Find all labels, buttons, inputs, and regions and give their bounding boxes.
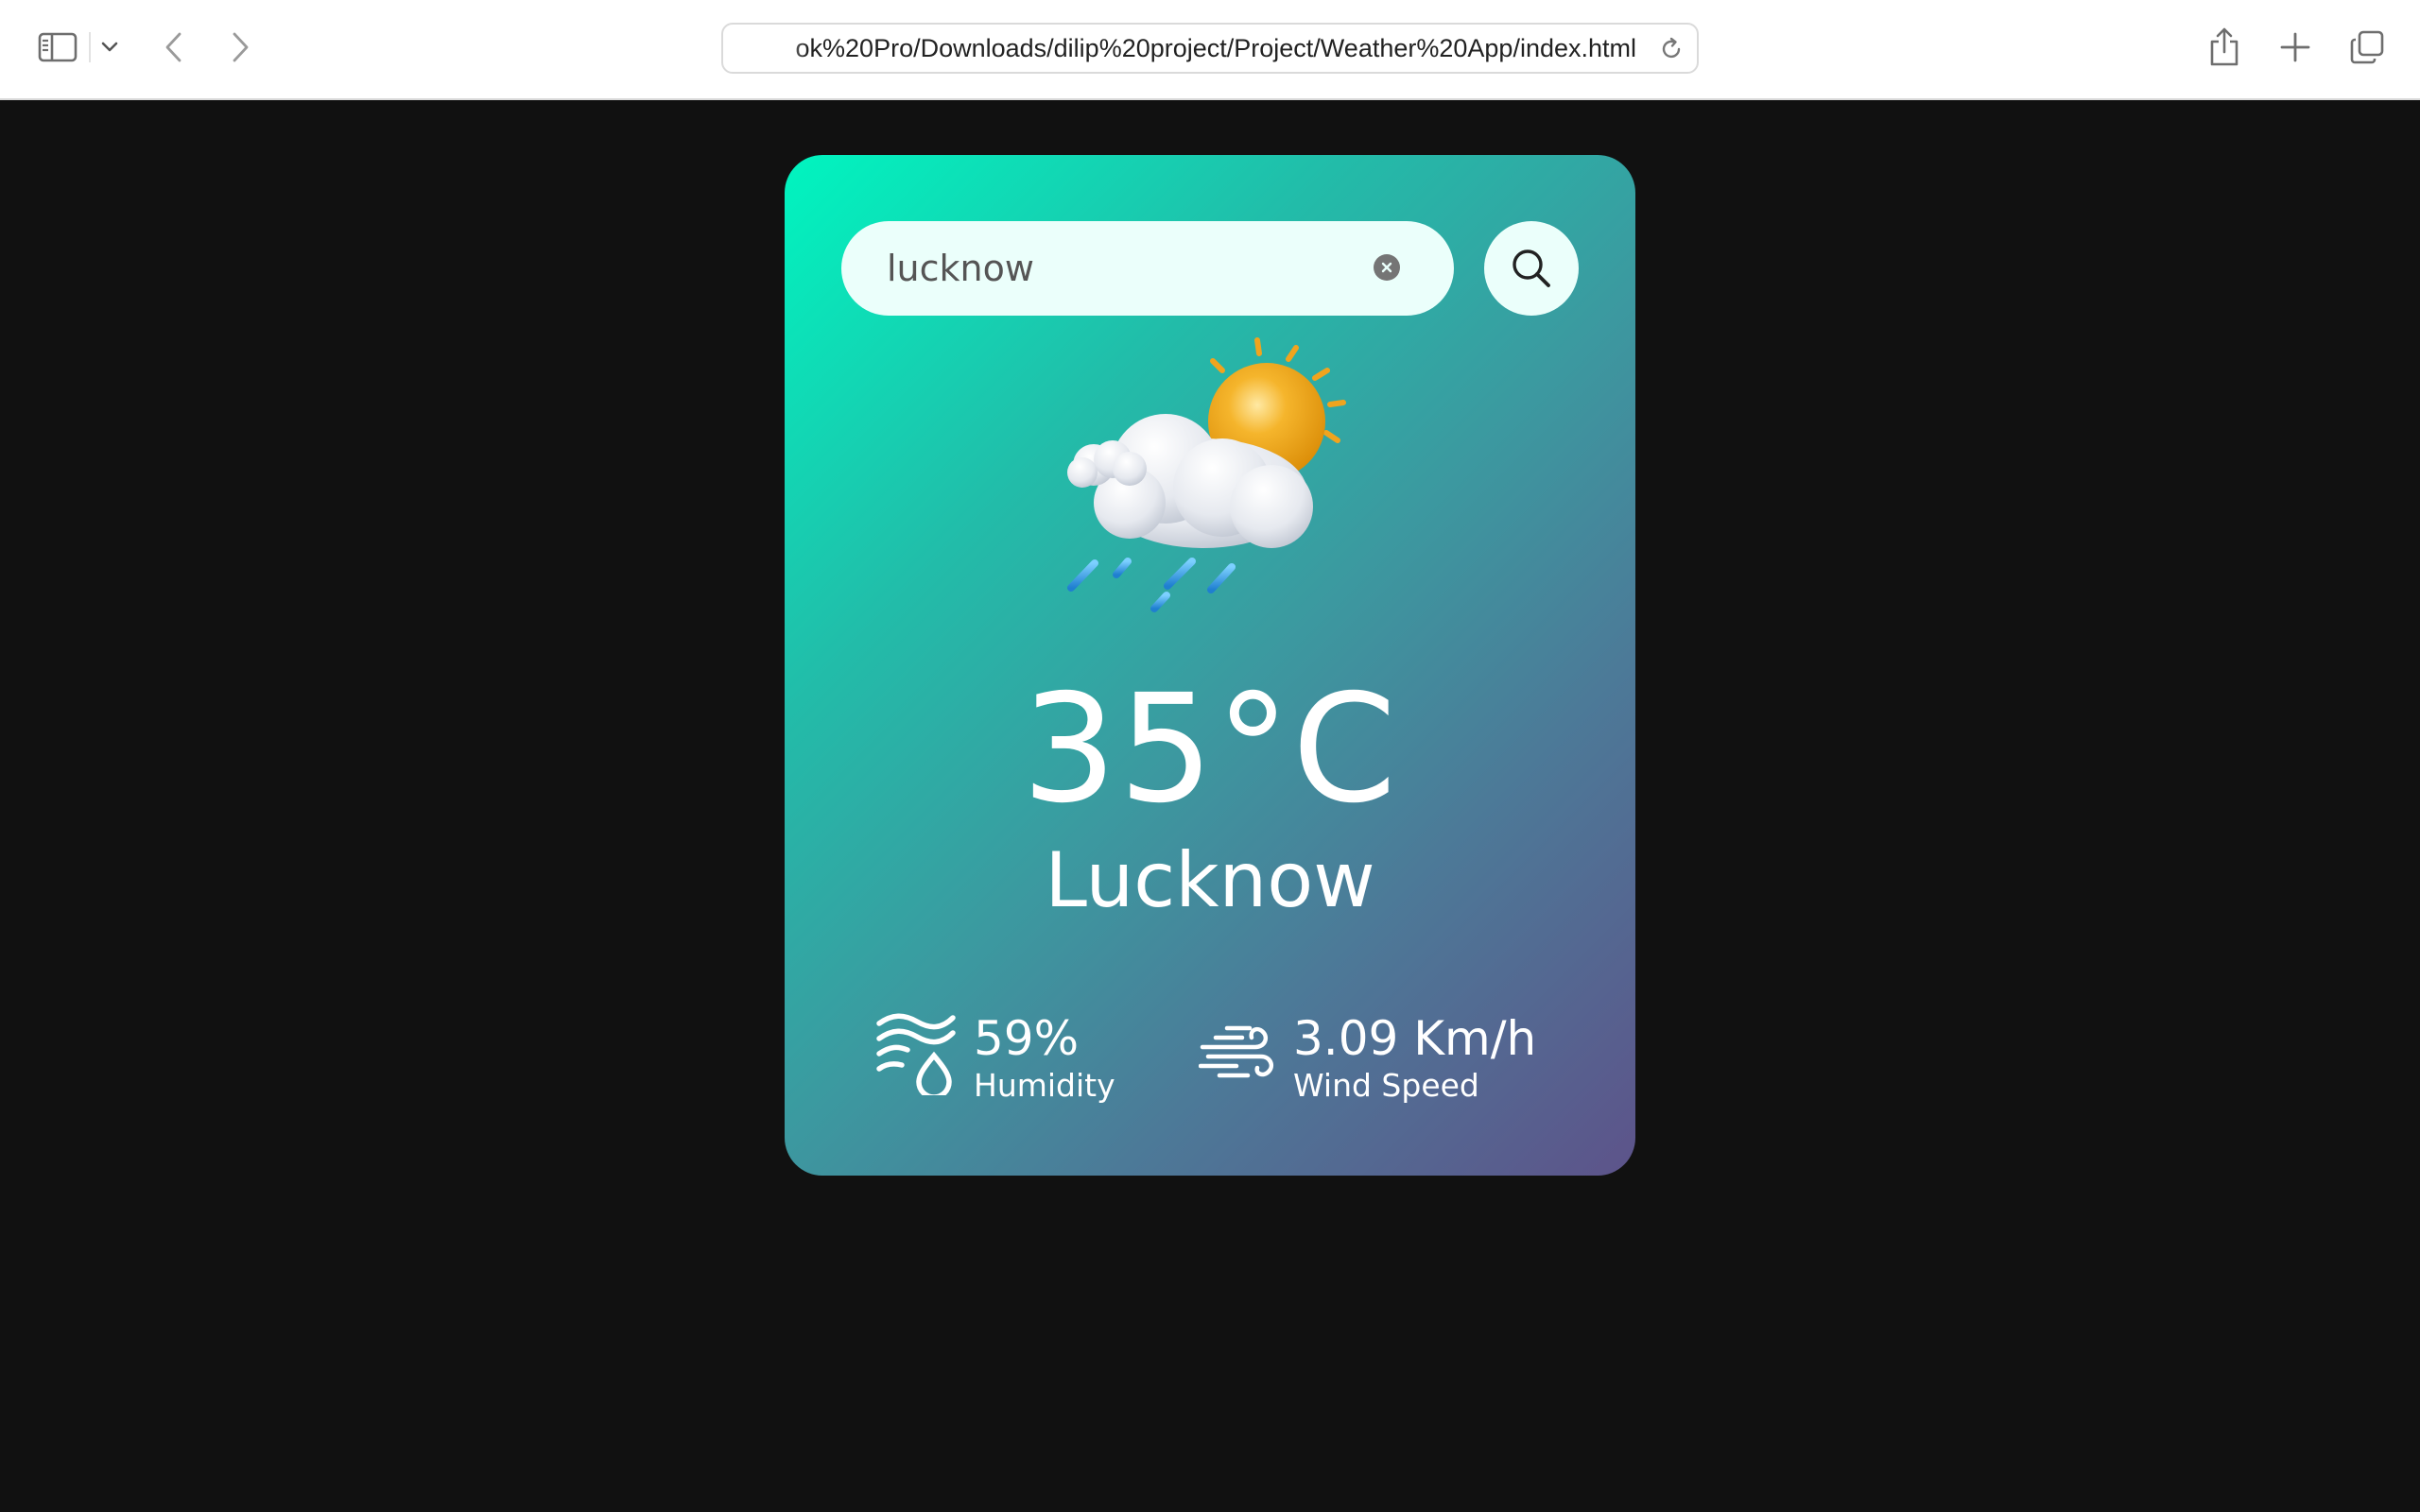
temperature: 35°C <box>1021 662 1399 836</box>
search-icon <box>1512 249 1550 287</box>
url-fade <box>723 25 808 72</box>
humidity-label: Humidity <box>974 1067 1115 1104</box>
tabs-icon[interactable] <box>2346 26 2388 68</box>
address-bar[interactable]: ok%20Pro/Downloads/dilip%20project/Proje… <box>721 23 1699 74</box>
reload-icon[interactable] <box>1657 35 1685 63</box>
chevron-down-icon[interactable] <box>96 36 123 59</box>
clear-icon[interactable] <box>1374 254 1400 281</box>
toolbar-divider <box>89 32 91 62</box>
city-search-input[interactable] <box>887 221 1378 316</box>
search-button[interactable] <box>1484 221 1579 316</box>
cloud-sun-rain-icon <box>1067 337 1346 612</box>
weather-card: 35°C Lucknow 59% Humidity 3.09 Km/h Wind… <box>785 155 1635 1176</box>
city-name: Lucknow <box>1045 836 1375 924</box>
browser-toolbar: ok%20Pro/Downloads/dilip%20project/Proje… <box>0 0 2420 100</box>
wind-speed-value: 3.09 Km/h <box>1293 1011 1537 1066</box>
url-text[interactable]: ok%20Pro/Downloads/dilip%20project/Proje… <box>796 25 1636 72</box>
share-icon[interactable] <box>2205 25 2243 70</box>
humidity-value: 59% <box>974 1011 1080 1066</box>
search-box[interactable] <box>841 221 1454 316</box>
wind-speed-label: Wind Speed <box>1293 1067 1479 1104</box>
sidebar-icon[interactable] <box>34 28 81 66</box>
humidity-icon <box>876 1013 956 1095</box>
plus-icon[interactable] <box>2276 28 2314 66</box>
chevron-left-icon[interactable] <box>157 28 191 66</box>
wind-icon <box>1199 1025 1273 1078</box>
chevron-right-icon[interactable] <box>223 28 257 66</box>
